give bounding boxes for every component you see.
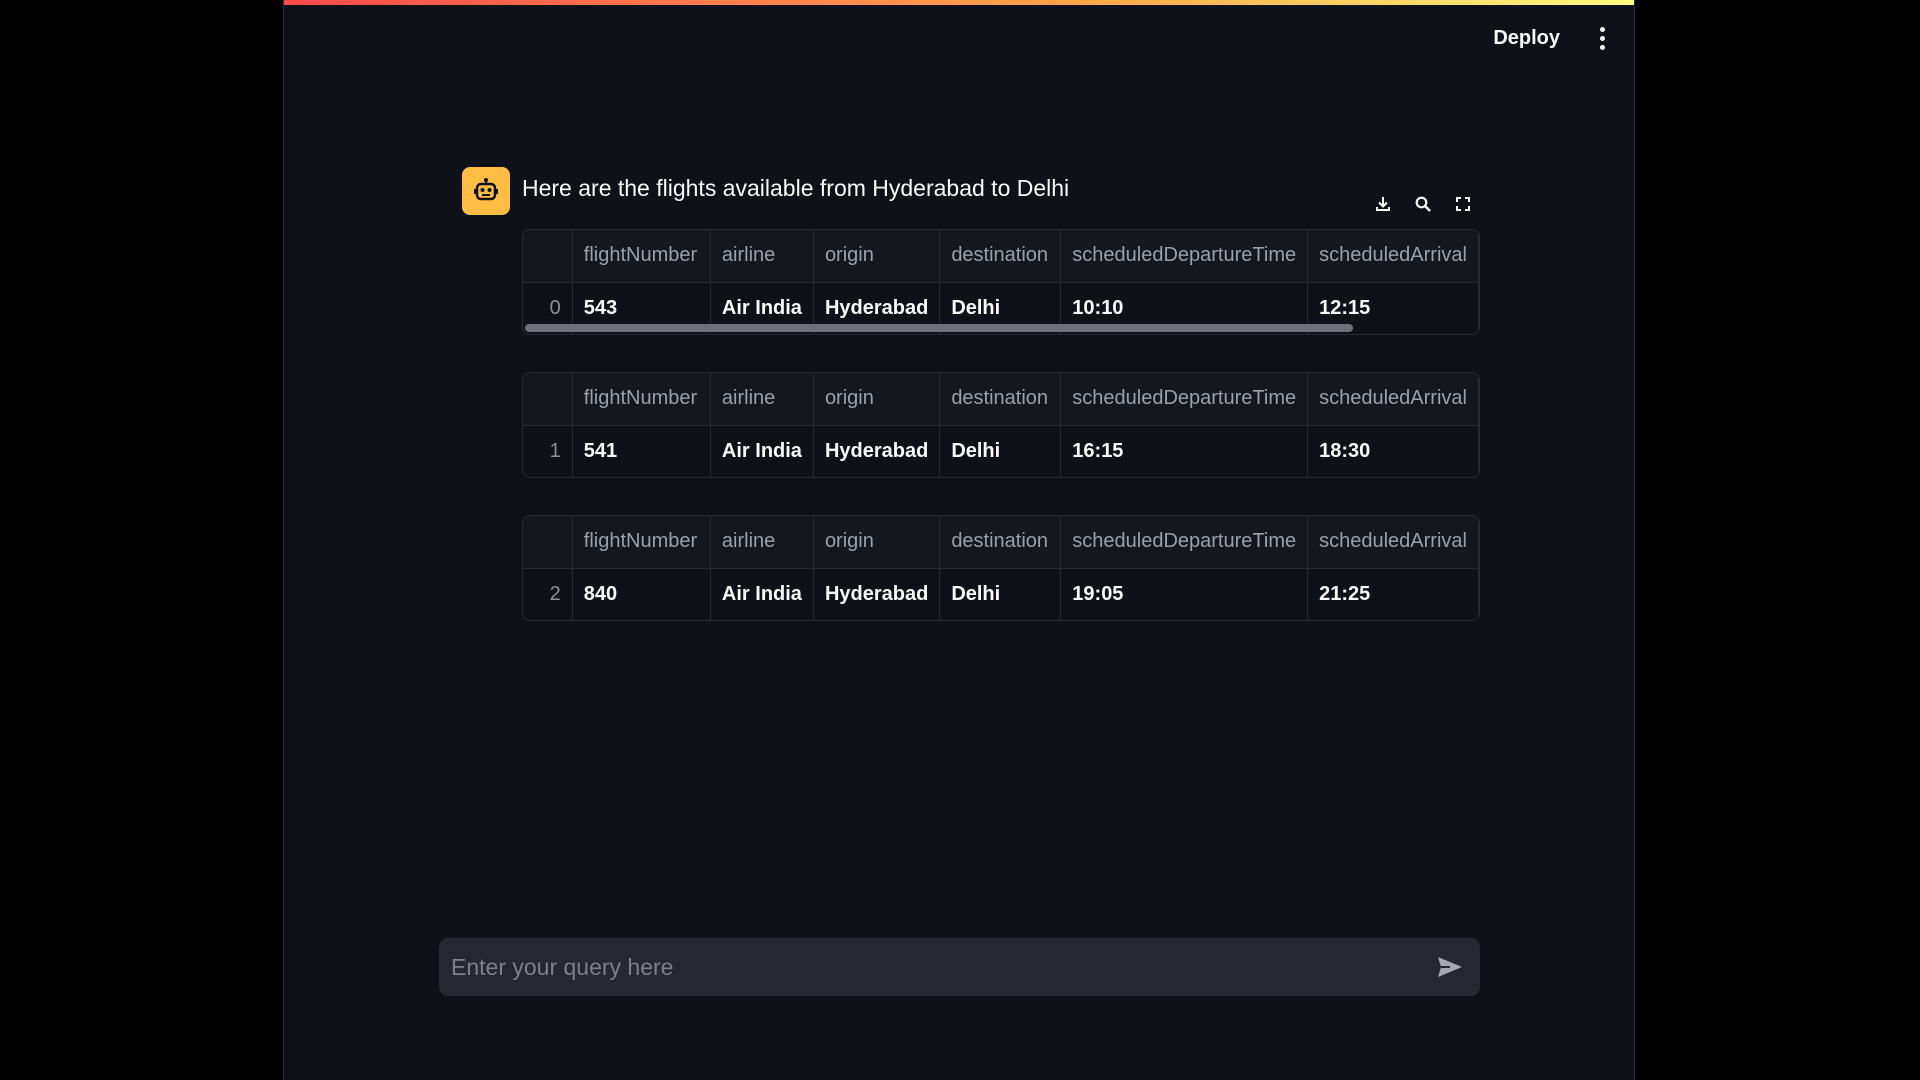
dataframe-table[interactable]: flightNumber airline origin destination … — [522, 372, 1480, 478]
table-cell[interactable]: 541 — [572, 425, 711, 477]
app-window: Deploy Here are the flights available fr… — [283, 0, 1635, 1080]
dataframe-table[interactable]: flightNumber airline origin destination … — [522, 515, 1480, 621]
column-header[interactable]: airline — [710, 230, 814, 283]
robot-icon — [462, 167, 510, 215]
column-header[interactable]: scheduledArrival — [1307, 373, 1479, 426]
header: Deploy — [1489, 18, 1612, 58]
fullscreen-icon[interactable] — [1444, 185, 1482, 223]
data-table: flightNumber airline origin destination … — [523, 373, 1479, 477]
table-cell[interactable]: 21:25 — [1307, 568, 1479, 620]
column-header[interactable]: flightNumber — [572, 516, 711, 569]
index-header — [523, 516, 573, 569]
table-cell[interactable]: 840 — [572, 568, 711, 620]
dataframe-table[interactable]: flightNumber airline origin destination … — [522, 229, 1480, 335]
dataframe-toolbar — [1364, 185, 1482, 223]
column-header[interactable]: scheduledDepartureTime — [1060, 230, 1309, 283]
table-cell[interactable]: Delhi — [939, 568, 1062, 620]
deploy-button[interactable]: Deploy — [1489, 21, 1564, 56]
table-header-row: flightNumber airline origin destination … — [523, 230, 1479, 283]
index-header — [523, 230, 573, 283]
column-header[interactable]: destination — [939, 230, 1062, 283]
search-icon[interactable] — [1404, 185, 1442, 223]
table-row: 2 840 Air India Hyderabad Delhi 19:05 21… — [523, 568, 1479, 620]
data-table: flightNumber airline origin destination … — [523, 230, 1479, 334]
send-icon[interactable] — [1434, 952, 1466, 982]
table-cell[interactable]: Air India — [710, 425, 814, 477]
column-header[interactable]: scheduledDepartureTime — [1060, 516, 1309, 569]
table-cell[interactable]: Hyderabad — [813, 425, 941, 477]
column-header[interactable]: origin — [813, 230, 941, 283]
download-icon[interactable] — [1364, 185, 1402, 223]
chat-input[interactable] — [451, 938, 1411, 996]
table-cell[interactable]: Hyderabad — [813, 568, 941, 620]
column-header[interactable]: scheduledArrival — [1307, 230, 1479, 283]
table-cell[interactable]: 19:05 — [1060, 568, 1309, 620]
column-header[interactable]: origin — [813, 516, 941, 569]
table-cell[interactable]: Air India — [710, 568, 814, 620]
column-header[interactable]: scheduledDepartureTime — [1060, 373, 1309, 426]
column-header[interactable]: flightNumber — [572, 230, 711, 283]
index-header — [523, 373, 573, 426]
table-cell[interactable]: 18:30 — [1307, 425, 1479, 477]
chat-input-container — [439, 938, 1480, 996]
table-cell[interactable]: 16:15 — [1060, 425, 1309, 477]
column-header[interactable]: scheduledArrival — [1307, 516, 1479, 569]
column-header[interactable]: origin — [813, 373, 941, 426]
column-header[interactable]: flightNumber — [572, 373, 711, 426]
table-row: 1 541 Air India Hyderabad Delhi 16:15 18… — [523, 425, 1479, 477]
decoration-bar — [284, 0, 1634, 5]
column-header[interactable]: destination — [939, 373, 1062, 426]
horizontal-scrollbar[interactable] — [525, 324, 1353, 332]
table-header-row: flightNumber airline origin destination … — [523, 373, 1479, 426]
column-header[interactable]: airline — [710, 373, 814, 426]
column-header[interactable]: destination — [939, 516, 1062, 569]
table-header-row: flightNumber airline origin destination … — [523, 516, 1479, 569]
data-table: flightNumber airline origin destination … — [523, 516, 1479, 620]
table-cell[interactable]: Delhi — [939, 425, 1062, 477]
row-index: 2 — [523, 568, 573, 620]
kebab-menu-icon[interactable] — [1592, 23, 1612, 53]
column-header[interactable]: airline — [710, 516, 814, 569]
row-index: 1 — [523, 425, 573, 477]
message-text: Here are the flights available from Hyde… — [522, 175, 1070, 201]
